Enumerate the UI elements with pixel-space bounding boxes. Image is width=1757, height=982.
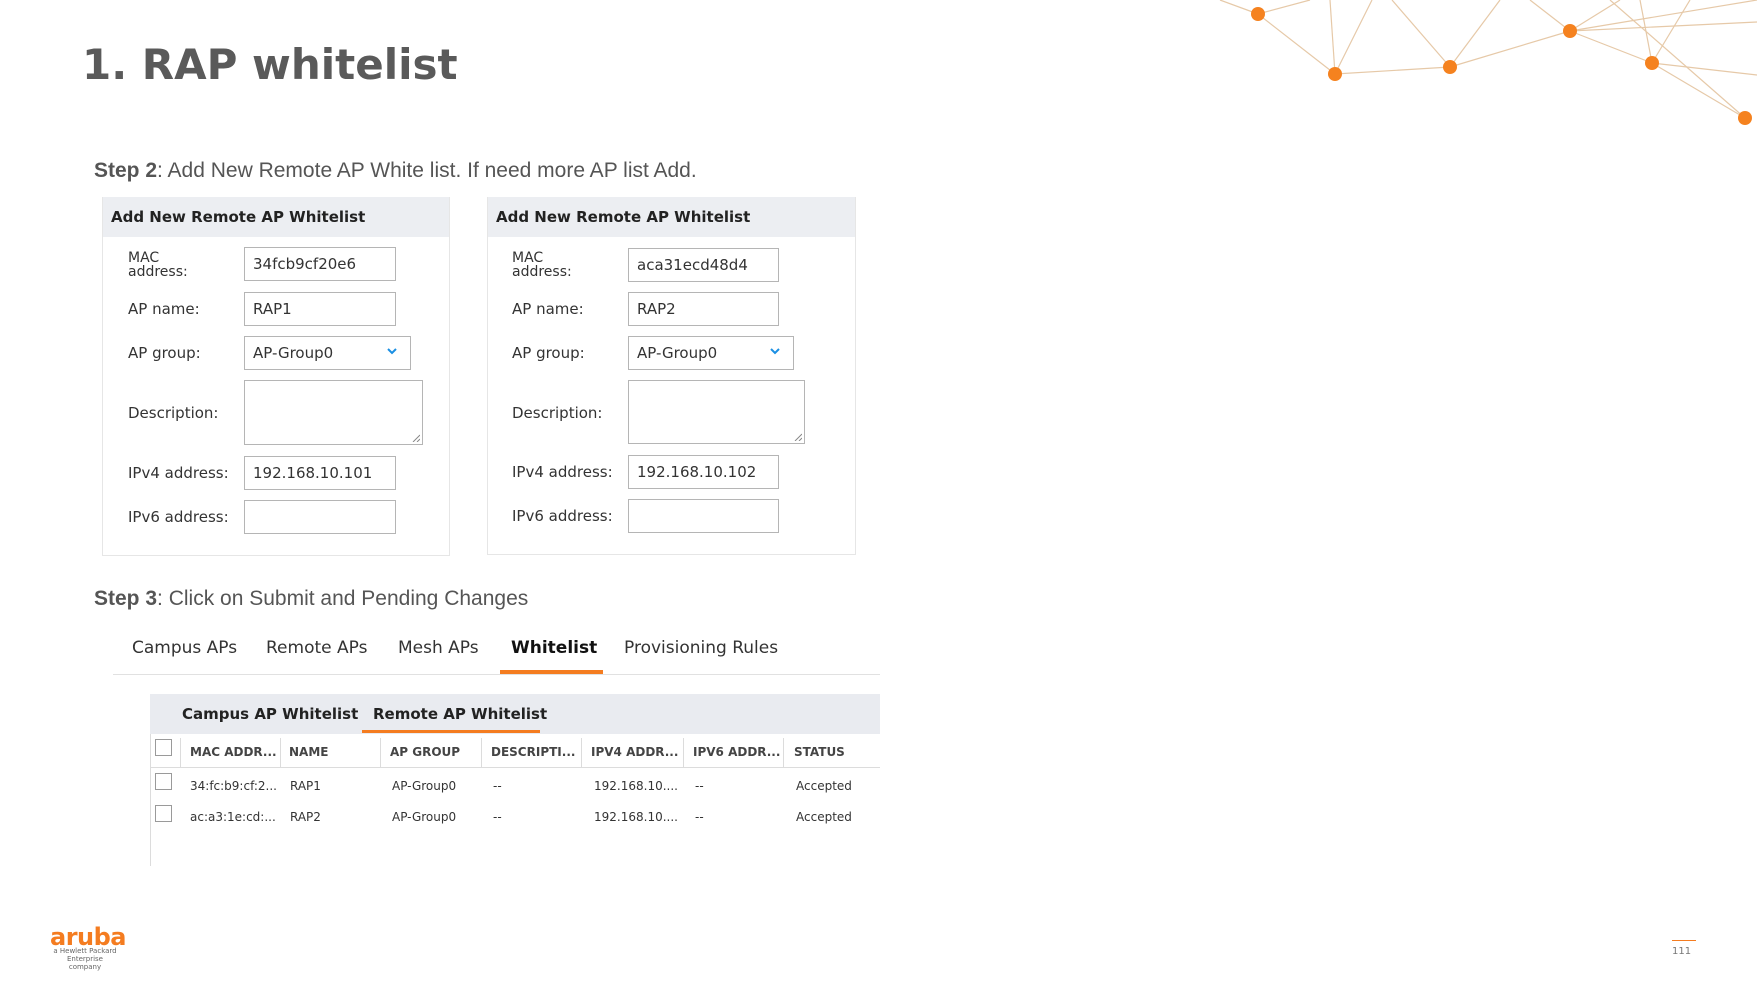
column-header-ap-group[interactable]: AP GROUP bbox=[390, 745, 460, 759]
active-subtab-indicator bbox=[362, 730, 540, 733]
column-header-ipv6[interactable]: IPV6 ADDR... bbox=[693, 745, 780, 759]
tab-mesh-aps[interactable]: Mesh APs bbox=[398, 638, 479, 658]
tab-provisioning-rules[interactable]: Provisioning Rules bbox=[624, 638, 778, 658]
select-all-checkbox[interactable] bbox=[155, 739, 172, 756]
cell-ap-group: AP-Group0 bbox=[392, 779, 457, 793]
ap-name-label: AP name: bbox=[128, 300, 200, 318]
step3-text: : Click on Submit and Pending Changes bbox=[157, 587, 529, 610]
mac-label: MAC address: bbox=[512, 250, 572, 280]
cell-name: RAP1 bbox=[290, 779, 321, 793]
cell-description: -- bbox=[493, 779, 502, 793]
step2-text: : Add New Remote AP White list. If need … bbox=[157, 159, 697, 182]
step2-instruction: Step 2: Add New Remote AP White list. If… bbox=[94, 159, 697, 183]
tab-campus-aps[interactable]: Campus APs bbox=[132, 638, 237, 658]
column-separator bbox=[783, 738, 784, 767]
chevron-down-icon bbox=[770, 348, 780, 355]
network-decoration bbox=[1219, 0, 1757, 125]
ap-name-label: AP name: bbox=[512, 300, 584, 318]
ap-name-input[interactable]: RAP2 bbox=[628, 292, 779, 326]
table-header-divider bbox=[150, 767, 880, 768]
ap-group-label: AP group: bbox=[128, 344, 201, 362]
cell-ipv6: -- bbox=[695, 779, 704, 793]
cell-ap-group: AP-Group0 bbox=[392, 810, 457, 824]
cell-ipv4: 192.168.10.... bbox=[594, 779, 678, 793]
ap-name-input[interactable]: RAP1 bbox=[244, 292, 396, 326]
form-header: Add New Remote AP Whitelist bbox=[103, 197, 449, 237]
mac-address-input[interactable]: aca31ecd48d4 bbox=[628, 248, 779, 282]
column-header-status[interactable]: STATUS bbox=[794, 745, 845, 759]
column-header-mac[interactable]: MAC ADDR... bbox=[190, 745, 277, 759]
ipv4-label: IPv4 address: bbox=[128, 464, 229, 482]
column-separator bbox=[683, 738, 684, 767]
description-label: Description: bbox=[512, 404, 603, 422]
aruba-tagline: a Hewlett Packard Enterprise company bbox=[53, 947, 117, 971]
cell-status: Accepted bbox=[796, 810, 852, 824]
ipv6-label: IPv6 address: bbox=[128, 508, 229, 526]
column-header-description[interactable]: DESCRIPTI... bbox=[491, 745, 575, 759]
ap-group-select[interactable]: AP-Group0 bbox=[628, 336, 794, 370]
ap-group-label: AP group: bbox=[512, 344, 585, 362]
slide-title: 1. RAP whitelist bbox=[82, 40, 458, 89]
subtab-remote-ap-whitelist[interactable]: Remote AP Whitelist bbox=[373, 705, 547, 723]
column-separator bbox=[581, 738, 582, 767]
ipv6-label: IPv6 address: bbox=[512, 507, 613, 525]
column-separator bbox=[380, 738, 381, 767]
ap-group-select[interactable]: AP-Group0 bbox=[244, 336, 411, 370]
tab-remote-aps[interactable]: Remote APs bbox=[266, 638, 367, 658]
mac-address-input[interactable]: 34fcb9cf20e6 bbox=[244, 247, 396, 281]
cell-ipv6: -- bbox=[695, 810, 704, 824]
ap-group-value: AP-Group0 bbox=[253, 344, 334, 362]
resize-grip-icon[interactable] bbox=[412, 434, 420, 442]
step2-label: Step 2 bbox=[94, 159, 158, 182]
page-number-accent bbox=[1672, 940, 1696, 941]
row-checkbox[interactable] bbox=[155, 773, 172, 790]
cell-description: -- bbox=[493, 810, 502, 824]
ap-group-value: AP-Group0 bbox=[637, 344, 718, 362]
cell-mac: ac:a3:1e:cd:... bbox=[190, 810, 276, 824]
page-number: 111 bbox=[1672, 946, 1692, 957]
subtab-campus-ap-whitelist[interactable]: Campus AP Whitelist bbox=[182, 705, 358, 723]
cell-name: RAP2 bbox=[290, 810, 321, 824]
column-separator bbox=[280, 738, 281, 767]
tabs-divider bbox=[113, 674, 880, 675]
chevron-down-icon bbox=[387, 348, 397, 355]
column-header-name[interactable]: NAME bbox=[289, 745, 328, 759]
column-separator bbox=[180, 738, 181, 767]
step3-label: Step 3 bbox=[94, 587, 158, 610]
description-label: Description: bbox=[128, 404, 219, 422]
ipv6-input[interactable] bbox=[244, 500, 396, 534]
mac-label: MAC address: bbox=[128, 250, 188, 280]
description-textarea[interactable] bbox=[628, 380, 805, 444]
column-separator bbox=[481, 738, 482, 767]
form-header: Add New Remote AP Whitelist bbox=[488, 197, 855, 237]
row-checkbox[interactable] bbox=[155, 805, 172, 822]
table-left-border bbox=[150, 734, 151, 866]
ipv4-input[interactable]: 192.168.10.101 bbox=[244, 456, 396, 490]
cell-mac: 34:fc:b9:cf:2... bbox=[190, 779, 277, 793]
ipv4-input[interactable]: 192.168.10.102 bbox=[628, 455, 779, 489]
column-header-ipv4[interactable]: IPV4 ADDR... bbox=[591, 745, 678, 759]
cell-ipv4: 192.168.10.... bbox=[594, 810, 678, 824]
tab-whitelist[interactable]: Whitelist bbox=[511, 638, 597, 658]
cell-status: Accepted bbox=[796, 779, 852, 793]
description-textarea[interactable] bbox=[244, 380, 423, 445]
ipv6-input[interactable] bbox=[628, 499, 779, 533]
step3-instruction: Step 3: Click on Submit and Pending Chan… bbox=[94, 587, 528, 611]
resize-grip-icon[interactable] bbox=[794, 433, 802, 441]
ipv4-label: IPv4 address: bbox=[512, 463, 613, 481]
